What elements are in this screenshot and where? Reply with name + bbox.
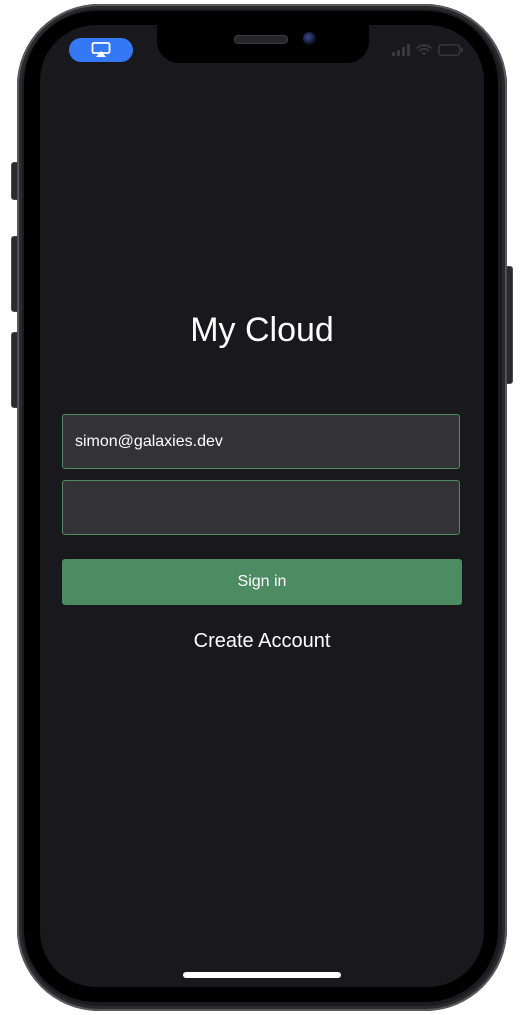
sign-in-button[interactable]: Sign in	[62, 559, 462, 605]
airplay-status-pill[interactable]	[69, 38, 133, 62]
app-screen: My Cloud Sign in Create Account	[40, 25, 484, 987]
email-input[interactable]	[62, 414, 460, 469]
password-input[interactable]	[62, 480, 460, 535]
cellular-signal-icon	[392, 44, 410, 56]
power-button	[506, 266, 513, 384]
silent-switch	[11, 162, 18, 200]
battery-icon	[438, 44, 463, 56]
earpiece-speaker	[234, 35, 288, 44]
volume-up-button	[11, 236, 18, 312]
front-camera	[303, 32, 316, 45]
create-account-button[interactable]: Create Account	[40, 630, 484, 653]
page-title: My Cloud	[190, 311, 334, 349]
airplay-icon	[91, 42, 111, 57]
volume-down-button	[11, 332, 18, 408]
home-indicator[interactable]	[183, 972, 341, 978]
status-icons	[392, 44, 464, 56]
wifi-icon	[416, 44, 432, 56]
notch	[157, 25, 369, 63]
